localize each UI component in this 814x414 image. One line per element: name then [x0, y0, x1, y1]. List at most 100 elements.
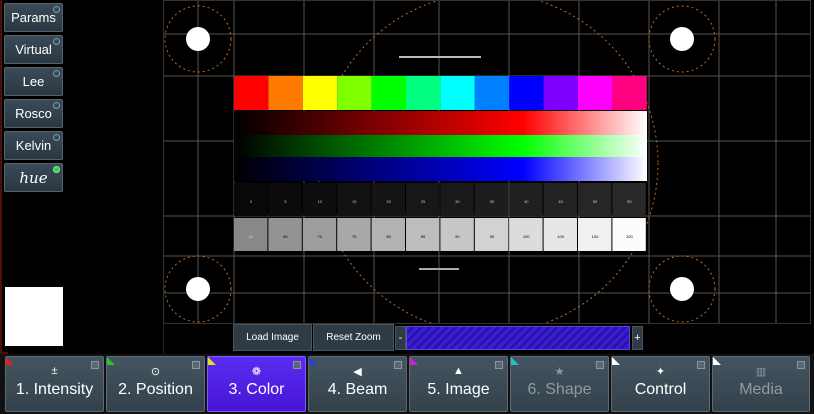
- blue-gradient: [234, 157, 647, 181]
- tab-label: Control: [634, 381, 687, 398]
- kelvin-button[interactable]: Kelvin: [4, 131, 63, 160]
- color-preview-swatch: [5, 287, 63, 346]
- kelvin-label: Kelvin: [15, 138, 52, 153]
- status-dot: [53, 102, 60, 109]
- hue-label: hue: [19, 168, 48, 187]
- gray-step-label: 95: [490, 234, 495, 239]
- color-bar: [234, 76, 269, 110]
- shape-icon: ★: [554, 366, 565, 378]
- gray-step-label: 65: [283, 234, 288, 239]
- bottom-caption: [419, 268, 459, 270]
- side-panel: Params Virtual Lee Rosco Kelvin hue: [0, 0, 164, 354]
- tab-corner: [309, 357, 325, 365]
- lee-button[interactable]: Lee: [4, 67, 63, 96]
- tab-corner: [208, 357, 224, 365]
- tab-corner: [6, 357, 22, 365]
- status-dot: [53, 134, 60, 141]
- tab-label: 3. Color: [228, 381, 285, 398]
- top-caption: [399, 56, 481, 58]
- rosco-button[interactable]: Rosco: [4, 99, 63, 128]
- tab-corner: [612, 357, 628, 365]
- color-bar: [406, 76, 441, 110]
- tab-shape[interactable]: ★ 6. Shape: [510, 356, 609, 412]
- zoom-slider[interactable]: [406, 326, 630, 350]
- color-icon: ❁: [251, 366, 262, 378]
- status-dot: [53, 38, 60, 45]
- tab-corner: [713, 357, 729, 365]
- gray-step-label: 75: [352, 234, 357, 239]
- gray-step-label: 100: [557, 234, 564, 239]
- rosco-label: Rosco: [15, 106, 52, 121]
- zoom-out-button[interactable]: -: [395, 326, 406, 350]
- gray-step-label: 100: [592, 234, 599, 239]
- tab-bar: ± 1. Intensity ⊙ 2. Position ❁ 3. Color …: [0, 354, 814, 414]
- gray-step-label: 80: [386, 234, 391, 239]
- tab-label: Media: [739, 381, 783, 398]
- color-bar: [474, 76, 510, 110]
- color-bars: [234, 76, 647, 110]
- control-icon: ✦: [655, 366, 666, 378]
- gray-step-label: 85: [421, 234, 426, 239]
- color-bar: [337, 76, 372, 110]
- gray-step-label: 100: [626, 234, 633, 239]
- gray-step-label: 70: [318, 234, 323, 239]
- tab-corner: [107, 357, 123, 365]
- tab-intensity[interactable]: ± 1. Intensity: [5, 356, 104, 412]
- gray-step-label: 10: [318, 199, 323, 204]
- tab-label: 1. Intensity: [15, 381, 94, 398]
- position-icon: ⊙: [150, 366, 161, 378]
- gray-steps: 0 5 10 15 20 25 30 35 40 45 50 5560 65 70 75 80 85 90 95 10…: [234, 183, 646, 251]
- red-gradient: [234, 111, 647, 135]
- test-pattern-svg: 0 5 10 15 20 25 30 35 40 45 50 5560 65 70 75 80 85 90 95 10…: [164, 1, 810, 323]
- color-bar: [612, 76, 647, 110]
- tab-beam[interactable]: ◀ 4. Beam: [308, 356, 407, 412]
- status-dot: [53, 70, 60, 77]
- media-icon: ▥: [755, 366, 767, 378]
- load-image-button[interactable]: Load Image: [233, 324, 312, 351]
- virtual-button[interactable]: Virtual: [4, 35, 63, 64]
- gray-step-label: 30: [455, 199, 460, 204]
- beam-icon: ◀: [353, 366, 362, 378]
- gray-step-label: 20: [386, 199, 391, 204]
- hue-button[interactable]: hue: [4, 163, 63, 192]
- gray-step-label: 15: [352, 199, 357, 204]
- gray-step-label: 25: [421, 199, 426, 204]
- reset-zoom-button[interactable]: Reset Zoom: [313, 324, 394, 351]
- tab-label: 2. Position: [118, 381, 193, 398]
- color-bar: [371, 76, 406, 110]
- color-bar: [509, 76, 544, 110]
- gray-step-label: 40: [524, 199, 529, 204]
- virtual-label: Virtual: [15, 42, 52, 57]
- color-bar: [268, 76, 303, 110]
- color-bar: [543, 76, 578, 110]
- tab-corner: [511, 357, 527, 365]
- tab-label: 5. Image: [427, 381, 490, 398]
- color-bar: [302, 76, 338, 110]
- gray-step-label: 50: [593, 199, 598, 204]
- gray-step-label: 55: [627, 199, 632, 204]
- intensity-icon: ±: [51, 365, 58, 377]
- tab-corner: [410, 357, 426, 365]
- status-dot: [53, 6, 60, 13]
- gray-step-label: 35: [490, 199, 495, 204]
- tab-color[interactable]: ❁ 3. Color: [207, 356, 306, 412]
- image-icon: ▲: [453, 365, 464, 377]
- params-label: Params: [11, 10, 56, 25]
- gray-step-label: 100: [523, 234, 530, 239]
- color-bar: [440, 76, 475, 110]
- tab-position[interactable]: ⊙ 2. Position: [106, 356, 205, 412]
- lee-label: Lee: [22, 74, 45, 89]
- green-gradient: [234, 135, 647, 157]
- params-button[interactable]: Params: [4, 3, 63, 32]
- zoom-in-button[interactable]: +: [632, 326, 643, 350]
- tab-media[interactable]: ▥ Media: [712, 356, 810, 412]
- gray-step-label: 90: [455, 234, 460, 239]
- tab-image[interactable]: ▲ 5. Image: [409, 356, 508, 412]
- color-bar: [578, 76, 613, 110]
- gray-step-label: 60: [249, 234, 254, 239]
- tab-control[interactable]: ✦ Control: [611, 356, 710, 412]
- tab-label: 6. Shape: [527, 381, 592, 398]
- status-dot: [53, 166, 60, 173]
- tab-label: 4. Beam: [327, 381, 388, 398]
- test-pattern-image[interactable]: 0 5 10 15 20 25 30 35 40 45 50 55 60 65 70 75 80 85 90 95 10…: [163, 0, 811, 324]
